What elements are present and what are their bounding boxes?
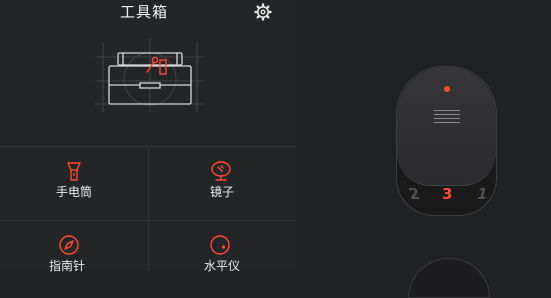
level-icon: [210, 235, 230, 255]
gear-icon[interactable]: [254, 3, 272, 21]
tool-compass[interactable]: 指南针: [0, 220, 148, 282]
lens-option-3-selected[interactable]: 3: [442, 185, 452, 203]
tool-flashlight[interactable]: 手电筒: [0, 146, 148, 208]
mirror-icon: [211, 161, 231, 181]
tool-label: 指南针: [48, 259, 85, 273]
page-title: 工具箱: [120, 3, 169, 21]
speaker-grille: [434, 110, 460, 124]
tool-label: 镜子: [209, 185, 234, 199]
toolbox-app-panel: 工具箱 手电筒 镜子 指南针 水平仪: [0, 0, 296, 273]
lens-selector[interactable]: 2 3 1: [396, 66, 497, 216]
tool-label: 水平仪: [203, 259, 240, 273]
tool-mirror[interactable]: 镜子: [148, 146, 296, 208]
lens-option-2[interactable]: 2: [407, 185, 422, 203]
compass-icon: [59, 235, 79, 255]
indicator-dot: [444, 86, 450, 92]
lens-cover: [397, 67, 496, 186]
flashlight-icon: [67, 162, 81, 181]
tool-label: 手电筒: [55, 185, 92, 199]
tool-level[interactable]: 水平仪: [148, 220, 296, 282]
toolbox-icon: [95, 38, 205, 112]
lens-option-1[interactable]: 1: [475, 185, 490, 203]
lens-selector-secondary: [408, 258, 490, 298]
